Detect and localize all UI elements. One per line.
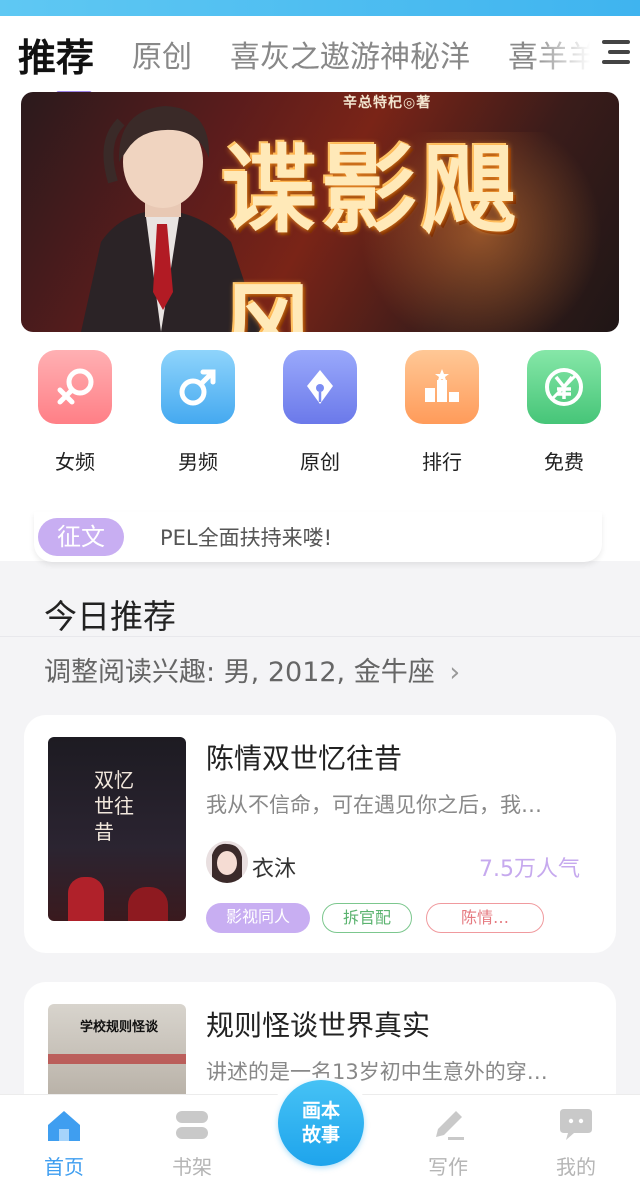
tab-label: 推荐 [18, 35, 95, 80]
profile-chat-icon [560, 1109, 592, 1140]
section-title: 今日推荐 [44, 597, 176, 636]
book-description: 我从不信命，可在遇见你之后，我… [206, 793, 542, 817]
category-label: 排行 [422, 450, 462, 474]
home-icon [48, 1111, 80, 1141]
author-name: 衣沐 [252, 857, 297, 882]
banner-author: 辛总特杞◎著 [343, 95, 432, 111]
chevron-right-icon: › [449, 657, 461, 688]
nav-label: 书架 [172, 1155, 212, 1179]
nav-write[interactable]: 写作 [408, 1107, 488, 1180]
notice-bar[interactable]: 征文 PEL全面扶持来喽! [34, 512, 602, 562]
category-label: 免费 [544, 450, 584, 474]
tag-chip[interactable]: 拆官配 [322, 903, 412, 933]
hero-banner[interactable]: 辛总特杞◎著 谍影飓风 [21, 92, 619, 332]
male-symbol-icon [161, 350, 235, 424]
nav-label: 首页 [44, 1155, 84, 1179]
category-label: 原创 [300, 450, 340, 474]
female-symbol-icon [38, 350, 112, 424]
tab-xihui[interactable]: 喜灰之遨游神秘洋 [230, 32, 470, 76]
tab-label: 喜灰之遨游神秘洋 [230, 40, 471, 75]
category-male[interactable]: 男频 [143, 350, 253, 475]
book-card[interactable]: 双忆世往昔 陈情双世忆往昔 我从不信命，可在遇见你之后，我… 衣沐 7.5万人气… [24, 715, 616, 953]
book-title: 陈情双世忆往昔 [206, 742, 403, 775]
nav-profile[interactable]: 我的 [536, 1107, 616, 1180]
nav-home[interactable]: 首页 [24, 1107, 104, 1180]
category-original[interactable]: 原创 [265, 350, 375, 475]
write-pen-icon [436, 1111, 464, 1140]
menu-icon[interactable] [602, 40, 630, 68]
status-bar [0, 0, 640, 16]
nav-label: 我的 [556, 1155, 596, 1179]
section-divider [0, 636, 640, 637]
book-description: 讲述的是一名13岁初中生意外的穿… [206, 1060, 548, 1084]
category-female[interactable]: 女频 [20, 350, 130, 475]
category-label: 男频 [178, 450, 218, 474]
tag-chip[interactable]: 影视同人 [206, 903, 310, 933]
category-shortcuts: 女频 男频 原创 排行 免费 [0, 350, 640, 490]
category-label: 女频 [55, 450, 95, 474]
center-label: 画本故事 [301, 1100, 340, 1146]
book-cover: 双忆世往昔 [48, 737, 186, 921]
tab-recommend[interactable]: 推荐 [18, 27, 95, 92]
podium-icon [405, 350, 479, 424]
preferences-text: 调整阅读兴趣: 男, 2012, 金牛座 [44, 657, 435, 688]
bookshelf-icon [176, 1111, 208, 1139]
book-title: 规则怪谈世界真实 [206, 1009, 431, 1042]
category-ranking[interactable]: 排行 [387, 350, 497, 475]
tab-original[interactable]: 原创 [132, 32, 192, 76]
banner-title: 谍影飓风 [221, 133, 521, 332]
category-free[interactable]: 免费 [509, 350, 619, 475]
pen-nib-icon [283, 350, 357, 424]
notice-text: PEL全面扶持来喽! [160, 526, 333, 550]
tag-chip[interactable]: 陈情… [426, 903, 544, 933]
notice-badge: 征文 [38, 518, 124, 556]
tab-label: 原创 [132, 40, 193, 75]
popularity-count: 7.5万人气 [479, 857, 580, 882]
cover-text: 学校规则怪谈 [79, 1020, 158, 1035]
reading-preferences-link[interactable]: 调整阅读兴趣: 男, 2012, 金牛座 › [44, 650, 460, 689]
cover-text: 双忆世往昔 [94, 768, 134, 844]
avatar [206, 841, 248, 883]
yen-free-icon [527, 350, 601, 424]
nav-bookshelf[interactable]: 书架 [152, 1107, 232, 1180]
nav-label: 写作 [428, 1155, 468, 1179]
nav-center-story-button[interactable]: 画本故事 [278, 1080, 364, 1166]
